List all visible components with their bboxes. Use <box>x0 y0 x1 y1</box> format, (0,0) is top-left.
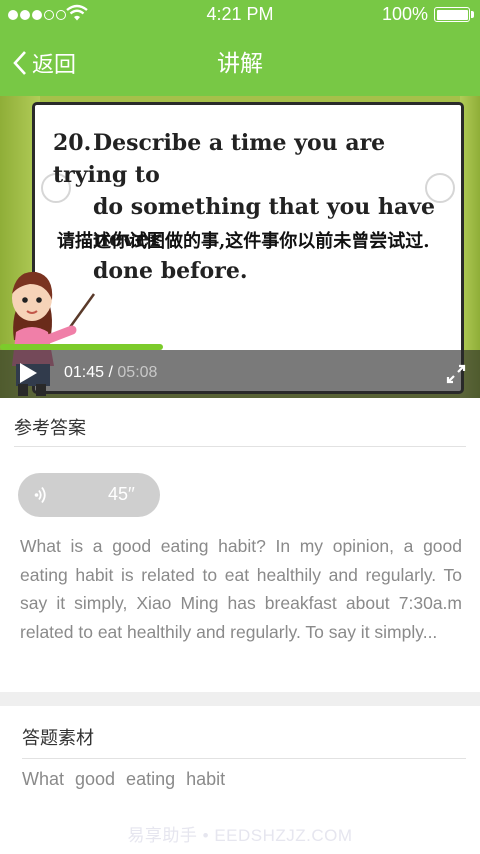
divider <box>14 446 466 447</box>
section-separator <box>0 692 480 706</box>
status-bar: 4:21 PM 100% <box>0 0 480 30</box>
answer-text: What is a good eating habit? In my opini… <box>20 536 462 643</box>
fullscreen-icon[interactable] <box>446 364 466 384</box>
question-line: Describe a time you are trying to <box>53 130 386 188</box>
material-section-title: 答题素材 <box>22 728 94 748</box>
video-time: 01:45 / 05:08 <box>64 364 157 382</box>
question-number: 20. <box>53 130 92 156</box>
answer-section-title: 参考答案 <box>14 418 86 438</box>
video-controls: 01:45 / 05:08 <box>0 350 480 398</box>
back-label: 返回 <box>32 52 77 77</box>
audio-play-button[interactable]: 45′′ <box>18 473 160 517</box>
watermark: 易享助手 • EEDSHZJZ.COM <box>127 826 353 845</box>
battery-icon <box>434 7 470 22</box>
video-duration: 05:08 <box>117 364 158 381</box>
back-chevron-icon <box>13 51 26 75</box>
play-icon[interactable] <box>18 362 38 384</box>
material-text: What good eating habit <box>22 769 226 789</box>
audio-duration: 45′′ <box>108 484 135 504</box>
divider <box>22 758 466 759</box>
back-button[interactable]: 返回 <box>12 30 76 96</box>
video-player[interactable]: 20.Describe a time you are trying to do … <box>0 96 480 398</box>
battery-percent: 100% <box>381 4 428 24</box>
question-chinese: 请描述你试图做的事,这件事你以前未曾尝试过. <box>57 231 430 252</box>
question-line: done before. <box>93 258 248 284</box>
current-time: 01:45 <box>64 364 105 381</box>
question-text: 20.Describe a time you are trying to do … <box>53 127 458 287</box>
top-bar: 4:21 PM 100% 返回 讲解 <box>0 0 480 96</box>
time-separator: / <box>104 364 118 381</box>
nav-bar: 返回 讲解 <box>0 30 480 96</box>
speaker-icon <box>34 486 46 504</box>
